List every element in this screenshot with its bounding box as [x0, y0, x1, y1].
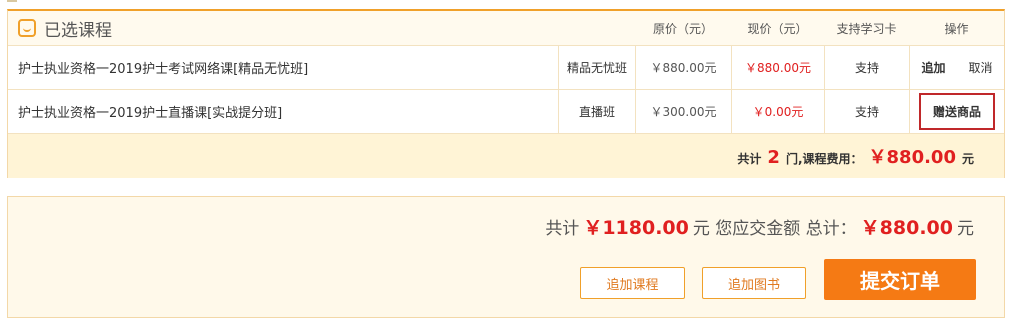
add-course-button[interactable]: 追加课程 [580, 267, 685, 299]
top-divider-fragment [7, 0, 17, 2]
study-card-support: 支持 [824, 90, 909, 133]
table-row: 护士执业资格一2019护士直播课[实战提分班] 直播班 ￥300.00元 ￥0.… [8, 90, 1004, 134]
operation-cell: 赠送商品 [909, 90, 1004, 133]
add-book-button[interactable]: 追加图书 [702, 267, 806, 299]
total-middle: 门,课程费用： [785, 152, 863, 166]
operation-cell: 追加 取消 [909, 46, 1004, 89]
table-header: 已选课程 原价（元） 现价（元） 支持学习卡 操作 [8, 11, 1004, 46]
screen-icon [18, 19, 36, 37]
summary-prefix: 共计 [545, 219, 580, 239]
current-price: ￥0.00元 [731, 90, 824, 133]
order-summary: 共计 ￥1180.00 元 您应交金额 总计： ￥880.00 元 追加课程 追… [7, 196, 1005, 318]
course-name: 护士执业资格一2019护士直播课[实战提分班] [18, 106, 283, 121]
original-price: ￥880.00元 [635, 46, 731, 89]
total-prefix: 共计 [737, 152, 762, 166]
course-type: 精品无忧班 [558, 46, 635, 89]
selected-courses-table: 已选课程 原价（元） 现价（元） 支持学习卡 操作 护士执业资格一2019护士考… [7, 9, 1005, 178]
course-type: 直播班 [558, 90, 635, 133]
total-suffix: 元 [961, 152, 974, 166]
cancel-link[interactable]: 取消 [968, 59, 992, 76]
header-original-price: 原价（元） [652, 21, 713, 36]
course-fee-amount: ￥880.00 [868, 147, 956, 168]
course-total-row: 共计 2 门,课程费用： ￥880.00 元 [8, 134, 1004, 178]
original-price: ￥300.00元 [635, 90, 731, 133]
section-title-text: 已选课程 [44, 20, 112, 41]
gift-item-button[interactable]: 赠送商品 [918, 93, 995, 130]
study-card-support: 支持 [824, 46, 909, 89]
header-study-card: 支持学习卡 [836, 21, 897, 36]
current-price: ￥880.00元 [731, 46, 824, 89]
submit-order-button[interactable]: 提交订单 [824, 259, 976, 300]
summary-payable: ￥880.00 [860, 217, 953, 239]
summary-middle: 元 您应交金额 总计： [692, 219, 857, 239]
header-operation: 操作 [944, 21, 969, 36]
header-current-price: 现价（元） [747, 21, 808, 36]
course-total: 共计 2 门,课程费用： ￥880.00 元 [737, 143, 974, 169]
summary-line: 共计 ￥1180.00 元 您应交金额 总计： ￥880.00 元 [545, 213, 974, 240]
header-type-col [558, 11, 635, 45]
table-row: 护士执业资格一2019护士考试网络课[精品无忧班] 精品无忧班 ￥880.00元… [8, 46, 1004, 90]
course-count: 2 [767, 147, 780, 168]
course-name: 护士执业资格一2019护士考试网络课[精品无忧班] [18, 62, 309, 77]
add-on-link[interactable]: 追加 [921, 59, 945, 76]
section-title: 已选课程 [8, 11, 558, 45]
summary-suffix: 元 [957, 219, 974, 239]
summary-total: ￥1180.00 [583, 217, 689, 239]
